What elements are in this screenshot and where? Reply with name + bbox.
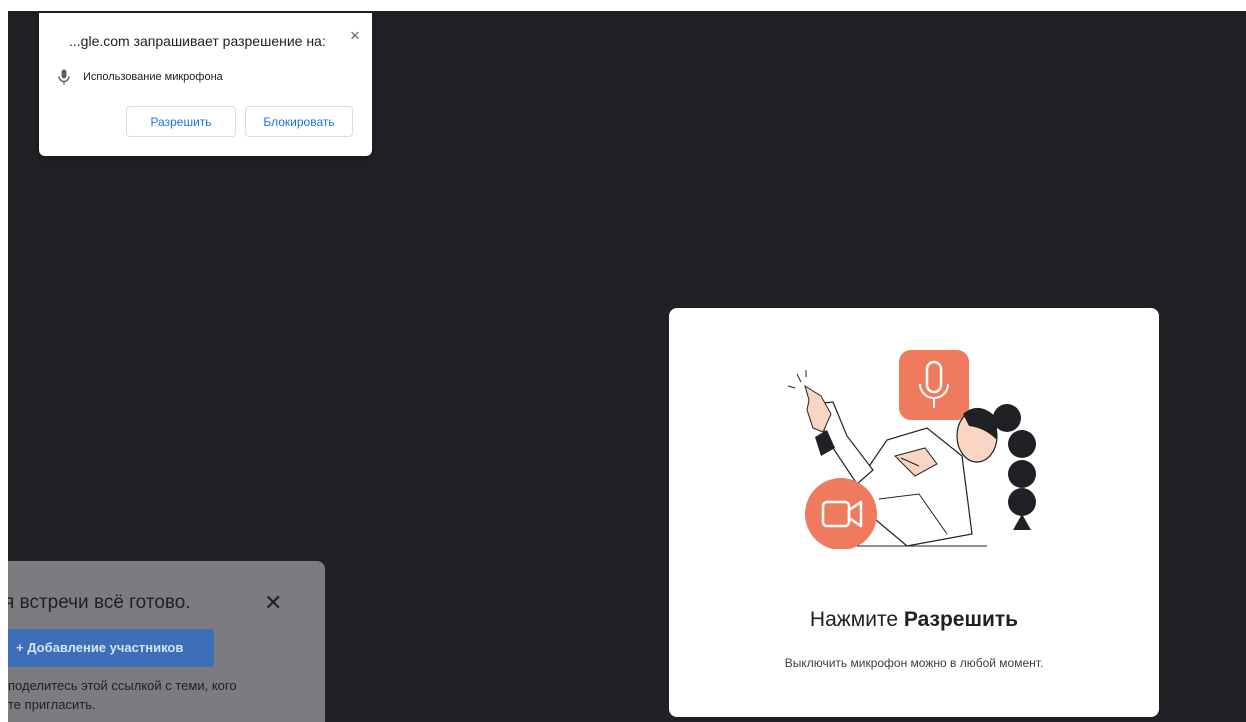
permission-card: Нажмите Разрешить Выключить микрофон мож…	[669, 308, 1159, 717]
card-title-bold: Разрешить	[903, 608, 1019, 631]
close-icon[interactable]: ×	[345, 26, 365, 46]
meeting-ready-panel: я встречи всё готово. ✕ + Добавление уча…	[8, 561, 325, 722]
card-subtitle: Выключить микрофон можно в любой момент.	[784, 656, 1044, 670]
allow-button[interactable]: Разрешить	[126, 106, 236, 137]
permission-item-label: Использование микрофона	[83, 71, 223, 83]
add-participants-button[interactable]: + Добавление участников	[8, 629, 214, 667]
ready-panel-description-line: те пригласить.	[8, 697, 96, 712]
card-title: Нажмите Разрешить	[669, 608, 1159, 632]
card-title-prefix: Нажмите	[809, 608, 904, 631]
pointing-person-illustration	[787, 344, 1037, 550]
ready-panel-title: я встречи всё готово.	[8, 592, 191, 613]
close-icon[interactable]: ✕	[264, 591, 282, 615]
ready-panel-description-line: поделитесь этой ссылкой с теми, кого	[8, 678, 237, 693]
permission-title: ...gle.com запрашивает разрешение на:	[69, 33, 326, 49]
meeting-stage: ...gle.com запрашивает разрешение на: × …	[8, 11, 1246, 722]
mic-icon	[57, 69, 71, 85]
permission-popup: ...gle.com запрашивает разрешение на: × …	[39, 13, 372, 156]
ready-panel-description: поделитесь этой ссылкой с теми, кого те …	[8, 676, 308, 714]
block-button[interactable]: Блокировать	[245, 106, 353, 137]
permission-item-microphone: Использование микрофона	[57, 69, 223, 85]
